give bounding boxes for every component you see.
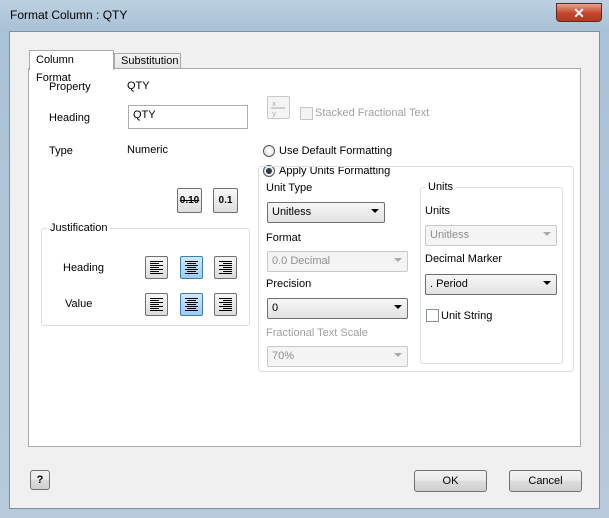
ok-button[interactable]: OK bbox=[414, 470, 487, 492]
fractional-text-scale-value: 70% bbox=[272, 350, 295, 362]
cancel-button[interactable]: Cancel bbox=[509, 470, 582, 492]
dialog-window: Format Column : QTY ✕ Column Format Subs… bbox=[0, 0, 609, 518]
fractional-text-scale-label: Fractional Text Scale bbox=[266, 327, 368, 339]
chevron-down-icon bbox=[371, 209, 379, 213]
use-default-formatting-label: Use Default Formatting bbox=[279, 145, 393, 157]
help-icon: ? bbox=[36, 474, 44, 486]
align-left-icon bbox=[150, 261, 163, 275]
type-label: Type bbox=[49, 145, 73, 157]
tab-column-format[interactable]: Column Format bbox=[29, 50, 114, 84]
heading-input[interactable]: QTY bbox=[128, 105, 248, 129]
use-default-formatting-radio[interactable] bbox=[263, 145, 275, 157]
svg-text:y: y bbox=[272, 110, 276, 118]
heading-label: Heading bbox=[49, 112, 90, 124]
heading-align-left-button[interactable] bbox=[145, 256, 168, 279]
precision-select[interactable]: 0 bbox=[267, 298, 408, 319]
stacked-fraction-button[interactable]: x y bbox=[267, 96, 290, 119]
stacked-fraction-icon: x y bbox=[271, 100, 285, 118]
format-value: 0.0 Decimal bbox=[272, 255, 331, 267]
units-group-title: Units bbox=[425, 181, 457, 193]
align-left-icon bbox=[150, 298, 163, 312]
chevron-down-icon bbox=[543, 281, 551, 285]
justification-value-label: Value bbox=[65, 298, 93, 310]
unit-type-value: Unitless bbox=[272, 206, 312, 218]
heading-input-value: QTY bbox=[133, 109, 156, 121]
value-align-center-button[interactable] bbox=[180, 293, 203, 316]
units-select[interactable]: Unitless bbox=[425, 225, 557, 246]
type-value: Numeric bbox=[127, 144, 168, 156]
chevron-down-icon bbox=[394, 353, 402, 357]
unit-type-label: Unit Type bbox=[266, 182, 313, 194]
align-right-icon bbox=[219, 298, 232, 312]
value-align-left-button[interactable] bbox=[145, 293, 168, 316]
window-title: Format Column : QTY bbox=[10, 8, 128, 22]
help-button[interactable]: ? bbox=[30, 470, 50, 490]
chevron-down-icon bbox=[394, 305, 402, 309]
heading-align-right-button[interactable] bbox=[214, 256, 237, 279]
justification-title: Justification bbox=[47, 222, 111, 234]
align-center-icon bbox=[185, 261, 198, 275]
decrease-precision-button[interactable]: 0.10 bbox=[177, 188, 202, 213]
increase-precision-label: 0.1 bbox=[218, 195, 233, 206]
increase-precision-button[interactable]: 0.1 bbox=[213, 188, 238, 213]
align-center-icon bbox=[185, 298, 198, 312]
unit-string-checkbox[interactable] bbox=[426, 309, 439, 322]
decrease-precision-label: 0.10 bbox=[179, 195, 200, 206]
precision-label: Precision bbox=[266, 278, 312, 290]
unit-string-label: Unit String bbox=[441, 310, 493, 322]
justification-heading-label: Heading bbox=[63, 262, 104, 274]
units-label: Units bbox=[425, 205, 451, 217]
units-value: Unitless bbox=[430, 229, 470, 241]
decimal-marker-label: Decimal Marker bbox=[425, 253, 503, 265]
close-button[interactable]: ✕ bbox=[556, 3, 602, 22]
chevron-down-icon bbox=[394, 258, 402, 262]
unit-type-select[interactable]: Unitless bbox=[267, 202, 385, 223]
svg-text:x: x bbox=[272, 100, 276, 108]
property-value: QTY bbox=[127, 80, 150, 92]
stacked-fractional-checkbox[interactable] bbox=[300, 107, 313, 120]
decimal-marker-value: . Period bbox=[430, 278, 468, 290]
title-bar[interactable]: Format Column : QTY ✕ bbox=[0, 0, 609, 30]
stacked-fractional-label: Stacked Fractional Text bbox=[315, 107, 430, 119]
tab-substitution[interactable]: Substitution bbox=[114, 53, 181, 69]
format-label: Format bbox=[266, 232, 301, 244]
decimal-marker-select[interactable]: . Period bbox=[425, 274, 557, 295]
format-select[interactable]: 0.0 Decimal bbox=[267, 251, 408, 272]
value-align-right-button[interactable] bbox=[214, 293, 237, 316]
align-right-icon bbox=[219, 261, 232, 275]
fractional-text-scale-select[interactable]: 70% bbox=[267, 346, 408, 367]
tab-panel: Property QTY Heading QTY Type Numeric x … bbox=[28, 68, 581, 447]
precision-value: 0 bbox=[272, 302, 279, 314]
chevron-down-icon bbox=[543, 232, 551, 236]
heading-align-center-button[interactable] bbox=[180, 256, 203, 279]
